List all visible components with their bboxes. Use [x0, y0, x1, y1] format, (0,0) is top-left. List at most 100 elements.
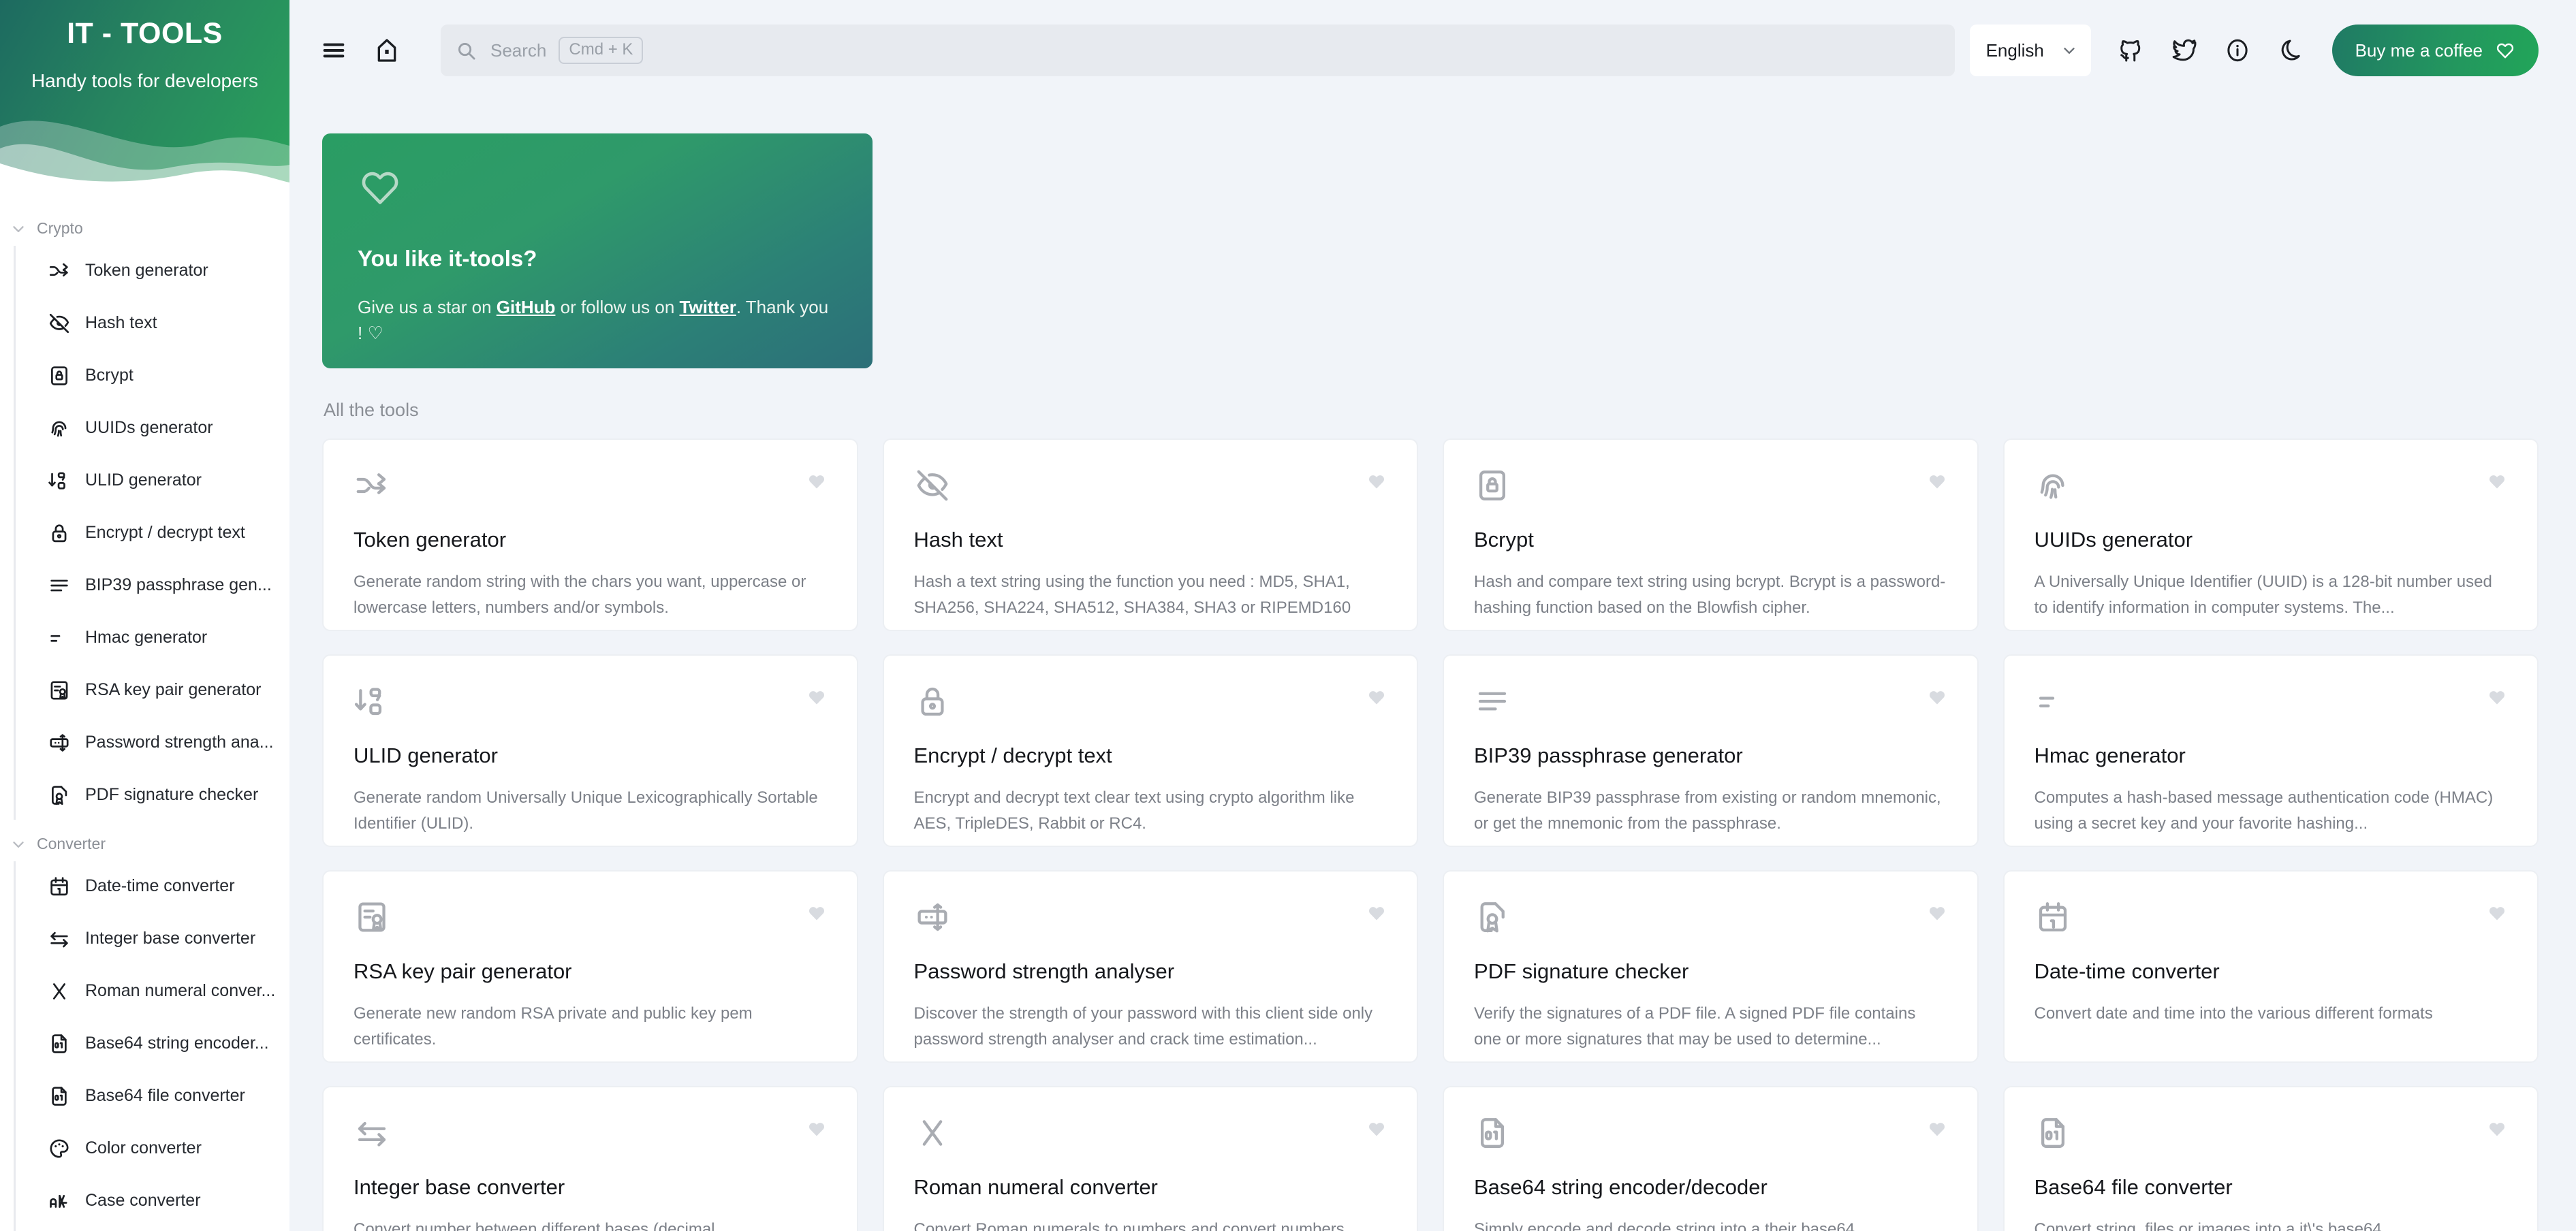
favorite-toggle-icon[interactable] — [2487, 1119, 2507, 1139]
tool-card[interactable]: Integer base converter Convert number bet… — [322, 1086, 858, 1231]
favorite-toggle-icon[interactable] — [2487, 471, 2507, 492]
favorite-toggle-icon[interactable] — [1927, 687, 1947, 707]
sidebar-item-bip39-passphrase-gen[interactable]: BIP39 passphrase gen... — [34, 559, 289, 611]
tool-card[interactable]: Base64 string encoder/decoder Simply enco… — [1443, 1086, 1979, 1231]
tool-card-title: Password strength analyser — [913, 959, 1175, 983]
tool-card-description: Convert number between different bases (… — [354, 1220, 720, 1231]
language-select[interactable]: English — [1969, 25, 2091, 76]
file-certificate-icon — [1480, 902, 1505, 933]
sidebar-item-label: Integer base converter — [85, 929, 256, 948]
sidebar-item-label: Hmac generator — [85, 628, 208, 647]
tool-card[interactable]: Hmac generator Computes a hash-based mess… — [2002, 654, 2539, 847]
sidebar-item-integer-base-converter[interactable]: Integer base converter — [34, 912, 289, 965]
tool-card-title: Date-time converter — [2034, 959, 2220, 983]
arrow-down-digits-icon — [48, 472, 65, 490]
sidebar-item-uuids-generator[interactable]: UUIDs generator — [34, 402, 289, 454]
moon-icon[interactable] — [2265, 25, 2316, 76]
favorite-toggle-icon[interactable] — [1927, 1119, 1947, 1139]
twitter-icon[interactable] — [2159, 25, 2210, 76]
tool-card-description: A Universally Unique Identifier (UUID) i… — [2034, 573, 2492, 617]
palette-icon — [50, 1138, 69, 1158]
favorite-toggle-icon[interactable] — [806, 687, 827, 707]
favorite-toggle-icon[interactable] — [806, 903, 827, 923]
sidebar-item-text-to-nato-alphabet[interactable]: Text to NATO alphabet — [34, 1227, 289, 1231]
sidebar-item-roman-numeral-conver[interactable]: Roman numeral conver... — [34, 965, 289, 1017]
search-shortcut-badge: Cmd + K — [559, 37, 644, 64]
tool-card[interactable]: RSA key pair generator Generate new rando… — [322, 870, 858, 1063]
tool-card-title: BIP39 passphrase generator — [1474, 744, 1743, 767]
app-root: IT - TOOLS Handy tools for developers Cr… — [0, 0, 2576, 1231]
sidebar-item-pdf-signature-checker[interactable]: PDF signature checker — [34, 769, 289, 821]
tool-card-title: ULID generator — [354, 744, 498, 767]
tool-card-description: Hash a text string using the function yo… — [913, 573, 1351, 617]
sidebar-item-hmac-generator[interactable]: Hmac generator — [34, 611, 289, 664]
shuffle-icon — [356, 473, 386, 494]
sidebar-group-label: Converter — [37, 835, 106, 852]
tools-section-label: All the tools — [324, 400, 419, 420]
sidebar-item-label: ULID generator — [85, 470, 202, 490]
tool-card[interactable]: Password strength analyser Discover the s… — [882, 870, 1418, 1063]
sidebar-group: Crypto Token generator Hash text Bcrypt UUID… — [0, 212, 289, 821]
hamburger-menu-icon[interactable] — [309, 25, 359, 76]
favorite-toggle-icon[interactable] — [1366, 903, 1387, 923]
banner-trailing-heart: ♡ — [367, 322, 383, 343]
sidebar-item-bcrypt[interactable]: Bcrypt — [34, 349, 289, 402]
tool-card[interactable]: Base64 file converter Convert string, fil… — [2002, 1086, 2539, 1231]
tool-card[interactable]: Encrypt / decrypt text Encrypt and decryp… — [882, 654, 1418, 847]
tool-card[interactable]: Bcrypt Hash and compare text string using… — [1443, 438, 1979, 631]
favorite-toggle-icon[interactable] — [806, 471, 827, 492]
tool-card[interactable]: ULID generator Generate random Universall… — [322, 654, 858, 847]
tool-card-title: PDF signature checker — [1474, 959, 1689, 983]
sidebar-item-base64-string-encoder[interactable]: Base64 string encoder... — [34, 1017, 289, 1070]
home-icon[interactable] — [362, 25, 412, 76]
sidebar-item-password-strength-ana[interactable]: Password strength ana... — [34, 716, 289, 769]
sidebar-item-label: Base64 string encoder... — [85, 1034, 269, 1053]
sidebar-group: Converter Date-time converter Integer base… — [0, 828, 289, 1231]
tool-card[interactable]: BIP39 passphrase generator Generate BIP39… — [1443, 654, 1979, 847]
sidebar-item-hash-text[interactable]: Hash text — [34, 297, 289, 349]
tool-card[interactable]: Token generator Generate random string wi… — [322, 438, 858, 631]
topbar-icon-group — [2106, 25, 2316, 76]
sidebar-item-color-converter[interactable]: Color converter — [34, 1122, 289, 1174]
favorite-toggle-icon[interactable] — [2487, 687, 2507, 707]
sidebar-item-token-generator[interactable]: Token generator — [34, 244, 289, 297]
favorite-toggle-icon[interactable] — [1927, 903, 1947, 923]
sidebar-item-case-converter[interactable]: Case converter — [34, 1174, 289, 1227]
info-icon[interactable] — [2212, 25, 2263, 76]
tool-card-description: Convert string, files or images into a i… — [2034, 1220, 2382, 1231]
github-icon[interactable] — [2106, 25, 2156, 76]
tool-card[interactable]: UUIDs generator A Universally Unique Iden… — [2002, 438, 2539, 631]
github-link[interactable]: GitHub — [497, 297, 556, 317]
sidebar-item-encrypt-decrypt-text[interactable]: Encrypt / decrypt text — [34, 507, 289, 559]
sidebar: IT - TOOLS Handy tools for developers Cr… — [0, 0, 289, 1231]
favorite-toggle-icon[interactable] — [1366, 1119, 1387, 1139]
tool-card[interactable]: Roman numeral converter Convert Roman num… — [882, 1086, 1418, 1231]
favorite-toggle-icon[interactable] — [1366, 687, 1387, 707]
chevron-down-icon — [13, 225, 24, 232]
tool-card-description: Generate random string with the chars yo… — [354, 573, 806, 617]
password-gauge-icon — [917, 903, 947, 931]
favorite-toggle-icon[interactable] — [1366, 471, 1387, 492]
sidebar-item-label: Encrypt / decrypt text — [85, 523, 245, 542]
sidebar-group-toggle-crypto[interactable]: Crypto — [0, 212, 289, 244]
tool-card[interactable]: Hash text Hash a text string using the fu… — [882, 438, 1418, 631]
tool-card[interactable]: PDF signature checker Verify the signatur… — [1443, 870, 1979, 1063]
twitter-link[interactable]: Twitter — [680, 297, 736, 317]
arrows-exchange-icon — [358, 1121, 386, 1147]
search-input[interactable]: Search Cmd + K — [441, 25, 1955, 76]
search-icon — [458, 42, 475, 60]
certificate-icon — [358, 902, 386, 932]
sidebar-group-toggle-converter[interactable]: Converter — [0, 828, 289, 860]
sidebar-item-label: Password strength ana... — [85, 733, 274, 752]
buy-me-a-coffee-button[interactable]: Buy me a coffee — [2331, 25, 2539, 76]
file-binary-icon — [2041, 1118, 2064, 1148]
sidebar-item-date-time-converter[interactable]: Date-time converter — [34, 860, 289, 912]
favorite-toggle-icon[interactable] — [806, 1119, 827, 1139]
sidebar-item-rsa-key-pair-generator[interactable]: RSA key pair generator — [34, 664, 289, 716]
eye-off-icon — [49, 313, 69, 333]
sidebar-item-base64-file-converter[interactable]: Base64 file converter — [34, 1070, 289, 1122]
favorite-toggle-icon[interactable] — [1927, 471, 1947, 492]
sidebar-item-ulid-generator[interactable]: ULID generator — [34, 454, 289, 507]
favorite-toggle-icon[interactable] — [2487, 903, 2507, 923]
tool-card[interactable]: Date-time converter Convert date and time… — [2002, 870, 2539, 1063]
